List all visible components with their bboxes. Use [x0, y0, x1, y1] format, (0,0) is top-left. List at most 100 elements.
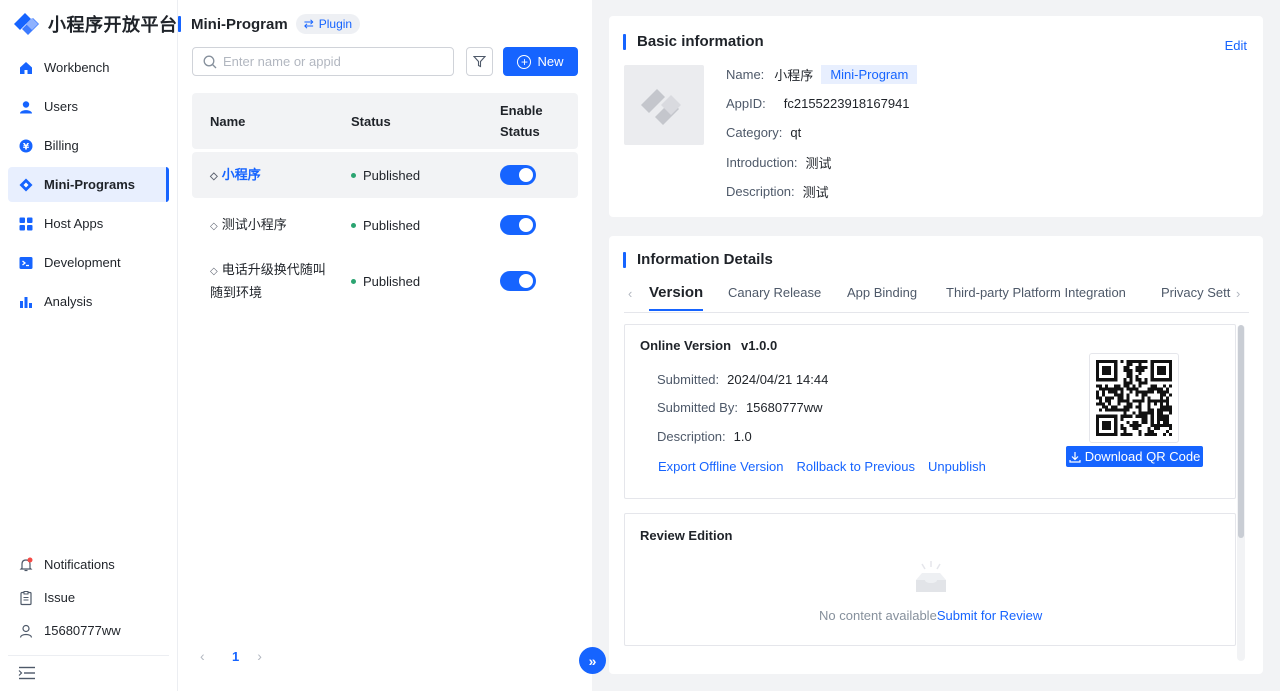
- appid-value: fc2155223918167941: [783, 96, 910, 111]
- user-name: 15680777ww: [44, 623, 121, 638]
- notifications-item[interactable]: Notifications: [8, 548, 169, 581]
- plugin-label: Plugin: [318, 17, 353, 31]
- scrollbar-thumb[interactable]: [1238, 325, 1244, 538]
- nav-item-host-apps[interactable]: Host Apps: [8, 206, 169, 241]
- yen-icon: ¥: [18, 138, 34, 154]
- nav-item-analysis[interactable]: Analysis: [8, 284, 169, 319]
- description-row: Description: 1.0: [657, 429, 752, 444]
- category-label: Category:: [726, 125, 783, 140]
- name-row: Name: 小程序 Mini-Program: [726, 65, 918, 84]
- table-header: Name Status Enable Status: [192, 93, 578, 149]
- menu-collapse-icon[interactable]: [18, 666, 36, 680]
- nav-item-billing[interactable]: ¥ Billing: [8, 128, 169, 163]
- enable-toggle[interactable]: [500, 215, 536, 235]
- nav-item-workbench[interactable]: Workbench: [8, 50, 169, 85]
- user-outline-icon: [18, 623, 34, 639]
- description-label: Description:: [726, 184, 795, 199]
- category-value: qt: [790, 125, 802, 140]
- table-row[interactable]: ◇ 小程序 Published: [192, 152, 578, 198]
- version-number: v1.0.0: [741, 338, 778, 353]
- table-row[interactable]: ◇ 测试小程序 Published: [192, 202, 578, 248]
- details-tabs: ‹ Version Canary Release App Binding Thi…: [624, 284, 1249, 313]
- title-accent-bar: [623, 251, 626, 268]
- nav-label: Mini-Programs: [44, 177, 136, 192]
- column-header-enable-status: Status: [500, 124, 540, 139]
- nav-item-mini-programs[interactable]: Mini-Programs: [8, 167, 169, 202]
- tab-version[interactable]: Version: [649, 284, 704, 311]
- nav-label: Analysis: [44, 294, 93, 309]
- nav-label: Host Apps: [44, 216, 104, 231]
- row-name-text: 测试小程序: [221, 217, 287, 232]
- brand-logo[interactable]: 小程序开放平台: [12, 10, 178, 38]
- enable-toggle[interactable]: [500, 165, 536, 185]
- row-status: Published: [351, 168, 420, 183]
- tab-app-binding[interactable]: App Binding: [847, 285, 917, 300]
- unpublish-link[interactable]: Unpublish: [928, 459, 986, 474]
- row-name-text: 小程序: [221, 167, 261, 182]
- tab-canary-release[interactable]: Canary Release: [728, 285, 821, 300]
- introduction-label: Introduction:: [726, 155, 798, 170]
- page-number[interactable]: 1: [232, 649, 239, 664]
- review-edition-box: Review Edition No content availableSubmi…: [624, 513, 1236, 646]
- online-version-title: Online Version v1.0.0: [640, 338, 777, 353]
- filter-button[interactable]: [466, 47, 493, 76]
- app-thumbnail: [624, 65, 704, 145]
- grid-icon: [18, 216, 34, 232]
- plugin-switch-button[interactable]: ⇄ Plugin: [295, 14, 361, 34]
- submitted-value: 2024/04/21 14:44: [727, 372, 829, 387]
- tab-scroll-left-icon[interactable]: ‹: [628, 286, 632, 301]
- appid-label: AppID:: [726, 96, 766, 111]
- version-description-value: 1.0: [733, 429, 752, 444]
- enable-toggle[interactable]: [500, 271, 536, 291]
- row-name-text: 随到环境: [210, 285, 263, 300]
- download-icon: [1069, 451, 1081, 463]
- search-icon: [203, 55, 217, 68]
- tab-third-party[interactable]: Third-party Platform Integration: [946, 285, 1126, 300]
- download-qr-button[interactable]: Download QR Code: [1066, 446, 1203, 467]
- prev-page-icon[interactable]: ‹: [200, 648, 214, 664]
- sidebar-bottom: Notifications Issue 15680777ww: [8, 548, 169, 647]
- nav-label: Billing: [44, 138, 79, 153]
- user-profile-item[interactable]: 15680777ww: [8, 614, 169, 647]
- details-scrollbar[interactable]: [1237, 325, 1245, 661]
- new-button[interactable]: + New: [503, 47, 578, 76]
- status-dot: [351, 223, 356, 228]
- empty-box-icon: [913, 560, 949, 597]
- nav-label: Development: [44, 255, 121, 270]
- tab-privacy-settings[interactable]: Privacy Sett: [1161, 285, 1230, 300]
- status-text: Published: [363, 274, 421, 289]
- new-label: New: [537, 54, 564, 69]
- row-name[interactable]: ◇ 电话升级换代随叫 随到环境: [210, 259, 340, 303]
- tab-scroll-right-icon[interactable]: ›: [1236, 286, 1240, 301]
- details-title: Information Details: [637, 251, 773, 268]
- submit-review-link[interactable]: Submit for Review: [937, 608, 1042, 623]
- category-row: Category: qt: [726, 125, 801, 140]
- row-name[interactable]: ◇ 小程序: [210, 164, 340, 187]
- row-status: Published: [351, 274, 420, 289]
- title-accent-bar: [623, 33, 626, 50]
- nav-item-users[interactable]: Users: [8, 89, 169, 124]
- sidebar-divider: [8, 655, 169, 656]
- svg-text:¥: ¥: [23, 142, 30, 152]
- empty-text: No content available: [819, 608, 937, 623]
- rollback-link[interactable]: Rollback to Previous: [797, 459, 916, 474]
- search-input[interactable]: [223, 54, 443, 69]
- nav-item-development[interactable]: Development: [8, 245, 169, 280]
- table-row[interactable]: ◇ 电话升级换代随叫 随到环境 Published: [192, 252, 578, 308]
- submitted-label: Submitted:: [657, 372, 720, 387]
- details-header: Information Details: [623, 251, 773, 268]
- next-page-icon[interactable]: ›: [257, 648, 271, 664]
- version-description-label: Description:: [657, 429, 726, 444]
- home-icon: [18, 60, 34, 76]
- status-text: Published: [363, 168, 421, 183]
- export-offline-link[interactable]: Export Offline Version: [658, 459, 784, 474]
- edit-link[interactable]: Edit: [1225, 38, 1247, 53]
- row-name[interactable]: ◇ 测试小程序: [210, 214, 340, 237]
- appid-row: AppID: fc2155223918167941: [726, 96, 910, 111]
- qr-code-image: [1096, 360, 1172, 436]
- swap-icon: ⇄: [303, 17, 314, 31]
- version-actions: Export Offline Version Rollback to Previ…: [658, 459, 999, 474]
- issue-item[interactable]: Issue: [8, 581, 169, 614]
- row-status: Published: [351, 218, 420, 233]
- expand-panel-button[interactable]: »: [579, 647, 606, 674]
